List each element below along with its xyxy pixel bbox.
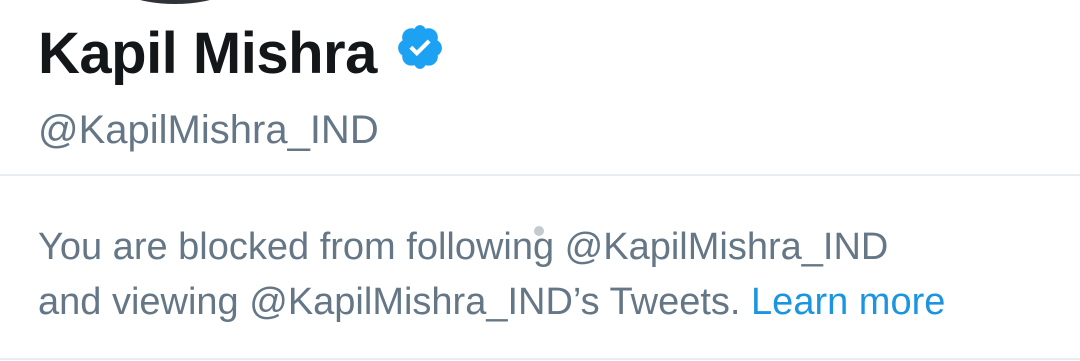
blocked-notice: You are blocked from following @KapilMis… [38,220,1058,330]
blocked-notice-line1: You are blocked from following @KapilMis… [38,226,889,268]
profile-header: Kapil Mishra @KapilMishra_IND [38,14,1080,150]
profile-page: Kapil Mishra @KapilMishra_IND You are bl… [0,0,1080,361]
profile-handle: @KapilMishra_IND [38,108,379,152]
divider [0,358,1080,360]
verified-badge-icon [395,22,445,72]
loading-indicator [534,226,544,236]
divider [0,174,1080,176]
learn-more-link[interactable]: Learn more [751,281,945,323]
blocked-notice-line2: and viewing @KapilMishra_IND’s Tweets. [38,281,741,323]
avatar[interactable] [100,0,250,4]
name-row: Kapil Mishra [38,14,1080,94]
display-name: Kapil Mishra [38,21,377,86]
